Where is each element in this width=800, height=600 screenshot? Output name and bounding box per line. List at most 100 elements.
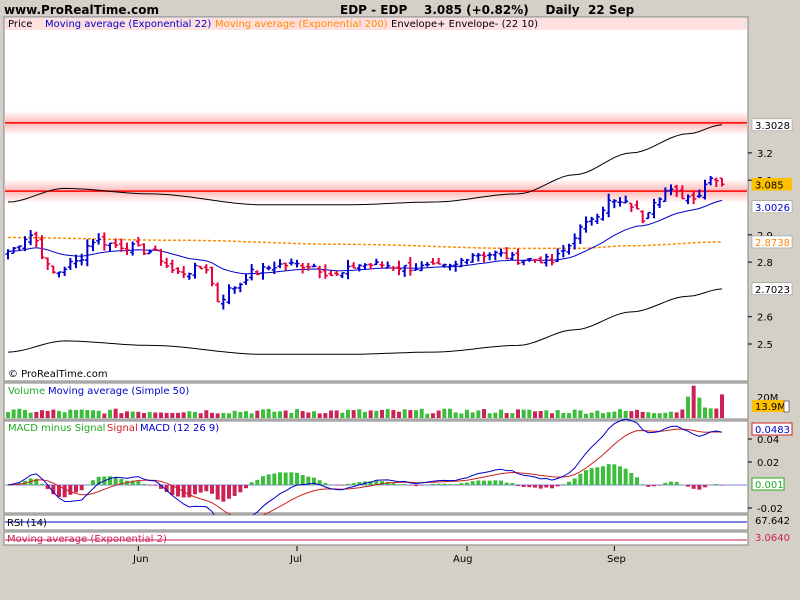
macd-hist-bar-94 xyxy=(538,485,543,489)
volume-bar-100 xyxy=(572,409,577,418)
macd-hist-bar-6 xyxy=(40,483,44,485)
macd-hist-bar-38 xyxy=(221,485,226,502)
volume-bar-11 xyxy=(68,409,73,418)
volume-bar-44 xyxy=(255,410,260,418)
macd-hist-bar-122 xyxy=(697,485,702,490)
macd-hist-bar-102 xyxy=(584,470,588,485)
macd-hist-bar-125 xyxy=(714,484,719,485)
macd-hist-bar-70 xyxy=(402,484,407,485)
chart-canvas: 3.23.12.92.82.62.5 3.30283.0853.00262.87… xyxy=(3,16,793,565)
volume-bar-78 xyxy=(448,408,452,418)
legend-macd: MACD (12 26 9) xyxy=(140,423,219,434)
volume-bar-66 xyxy=(380,409,384,418)
volume-bar-83 xyxy=(476,410,481,418)
macd-hist-bar-59 xyxy=(340,485,345,486)
tag-lower: 2.7023 xyxy=(755,285,790,296)
macd-hist-bar-93 xyxy=(533,485,537,488)
macd-hist-bar-61 xyxy=(351,483,356,485)
macd-hist-bar-110 xyxy=(629,473,634,485)
macd-hist-bar-57 xyxy=(329,484,333,486)
macd-hist-bar-121 xyxy=(691,485,696,489)
volume-bar-81 xyxy=(465,409,469,418)
volume-bar-98 xyxy=(561,412,566,418)
volume-bar-40 xyxy=(232,410,237,418)
volume-bar-90 xyxy=(516,409,520,418)
macd-hist-bar-40 xyxy=(232,485,237,496)
volume-bar-5 xyxy=(34,411,39,418)
macd-hist-bar-47 xyxy=(272,473,277,485)
volume-bar-122 xyxy=(697,397,702,418)
macd-hist-bar-88 xyxy=(504,482,509,485)
macd-hist-bar-74 xyxy=(425,484,430,486)
macd-hist-bar-26 xyxy=(153,485,158,486)
macd-hist-bar-118 xyxy=(674,481,679,485)
ema2-tag: 3.0640 xyxy=(755,533,790,544)
volume-bar-99 xyxy=(567,413,571,418)
volume-bar-37 xyxy=(215,413,220,418)
macd-hist-bar-106 xyxy=(606,464,611,485)
macd-hist-bar-113 xyxy=(646,485,651,487)
macd-hist-bar-73 xyxy=(419,485,424,486)
volume-bar-2 xyxy=(17,408,22,418)
legend-envelope: Envelope+ Envelope- (22 10) xyxy=(391,19,538,30)
macd-hist-bar-41 xyxy=(238,485,243,493)
volume-bar-26 xyxy=(153,412,158,418)
legend-ema2: Moving average (Exponential 2) xyxy=(7,534,167,545)
macd-hist-bar-84 xyxy=(482,480,486,485)
volume-bar-10 xyxy=(62,412,67,418)
volume-bar-80 xyxy=(459,413,464,418)
volume-bar-113 xyxy=(646,412,651,418)
volume-bar-89 xyxy=(510,413,515,418)
volume-bar-96 xyxy=(550,413,554,418)
macd-hist-bar-35 xyxy=(204,485,209,492)
volume-bar-58 xyxy=(334,410,339,418)
x-axis xyxy=(137,546,615,551)
volume-bar-46 xyxy=(266,408,271,418)
volume-bar-87 xyxy=(499,409,503,418)
volume-bar-86 xyxy=(493,412,498,418)
volume-bar-27 xyxy=(159,412,163,418)
volume-bar-106 xyxy=(606,412,611,418)
macd-hist-bar-71 xyxy=(408,485,413,486)
macd-hist-bar-11 xyxy=(68,485,73,495)
macd-hist-bar-44 xyxy=(255,479,260,485)
macd-hist-bar-23 xyxy=(136,481,141,485)
volume-bar-62 xyxy=(357,409,362,418)
volume-bar-56 xyxy=(323,413,328,418)
volume-bar-93 xyxy=(533,411,537,418)
macd-hist-bar-39 xyxy=(227,485,231,499)
macd-panel xyxy=(3,420,749,514)
volume-bar-97 xyxy=(555,410,560,418)
volume-bar-92 xyxy=(527,409,532,418)
macd-hist-bar-115 xyxy=(657,485,662,486)
volume-bar-64 xyxy=(368,410,373,418)
volume-bar-55 xyxy=(317,413,322,418)
volume-bar-49 xyxy=(283,410,288,418)
volume-bar-75 xyxy=(431,413,435,418)
volume-bar-45 xyxy=(261,409,265,418)
macd-hist-bar-97 xyxy=(555,485,560,487)
volume-bar-9 xyxy=(57,410,61,418)
volume-bar-6 xyxy=(40,410,44,418)
volume-bar-54 xyxy=(312,411,316,418)
macd-hist-bar-109 xyxy=(623,468,628,485)
price-tick-label-0: 3.2 xyxy=(757,149,773,160)
legend-price: Price xyxy=(8,19,32,30)
tag-ema22: 3.0026 xyxy=(755,203,790,214)
macd-hist-bar-30 xyxy=(176,485,180,497)
volume-bar-68 xyxy=(391,410,396,418)
volume-bar-24 xyxy=(142,412,146,418)
macd-hist-bar-95 xyxy=(544,485,549,488)
legend-rsi: RSI (14) xyxy=(7,518,47,529)
watermark: © ProRealTime.com xyxy=(8,369,108,380)
x-label-jun: Jun xyxy=(132,554,149,565)
volume-bar-63 xyxy=(363,411,367,418)
macd-hist-bar-120 xyxy=(686,485,690,487)
volume-bar-77 xyxy=(442,408,447,418)
legend-macd-signal: Signal xyxy=(107,423,138,434)
volume-bar-123 xyxy=(703,407,707,418)
macd-hist-bar-48 xyxy=(278,472,282,485)
volume-bar-12 xyxy=(74,409,78,418)
macd-hist-bar-85 xyxy=(487,480,492,485)
volume-bar-88 xyxy=(504,413,509,418)
